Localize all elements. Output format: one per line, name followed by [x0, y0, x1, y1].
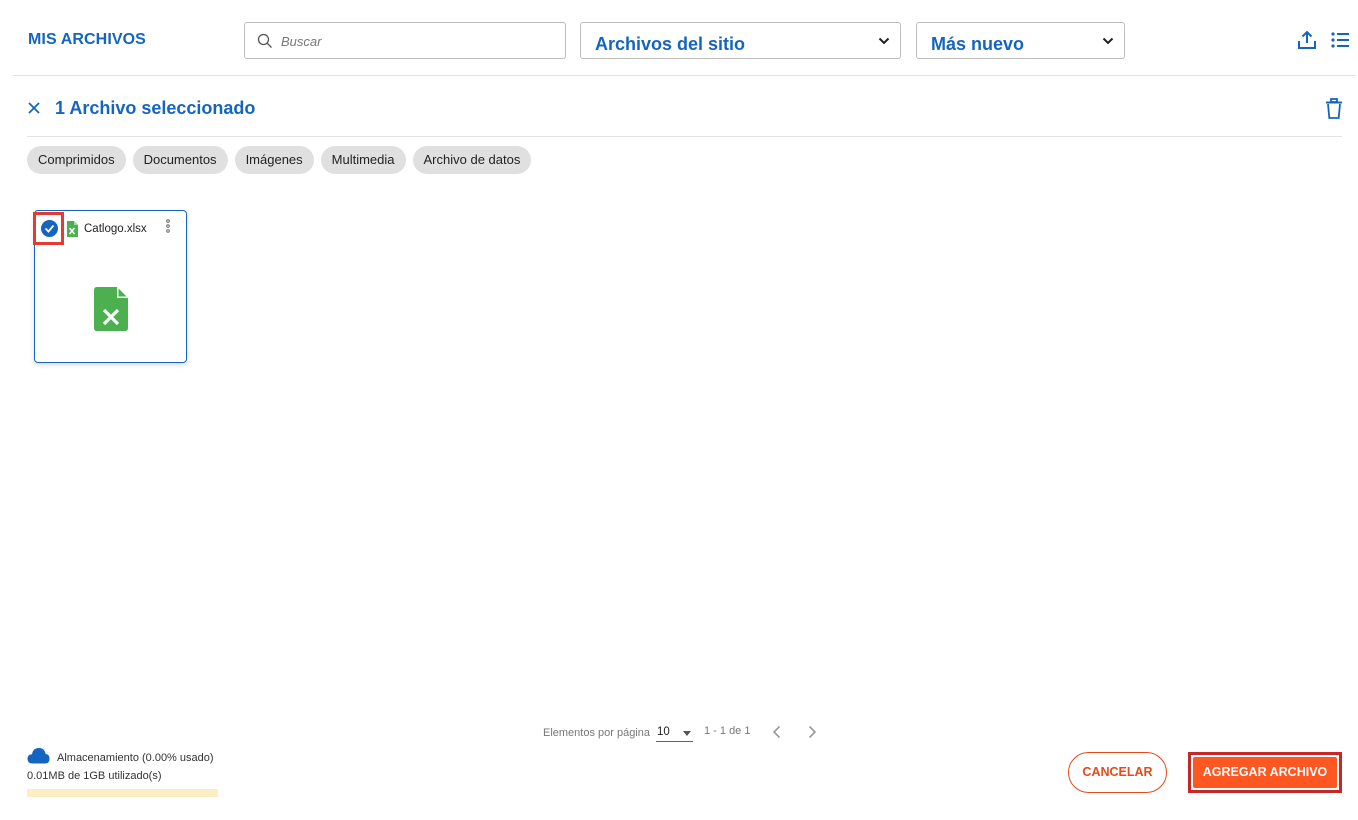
selection-count-text: 1 Archivo seleccionado	[55, 98, 256, 118]
storage-label: Almacenamiento (0.00% usado)	[57, 752, 214, 764]
list-view-icon[interactable]	[1329, 29, 1351, 51]
filter-chips: Comprimidos Documentos Imágenes Multimed…	[27, 146, 532, 174]
search-icon	[257, 33, 272, 48]
chip-multimedia[interactable]: Multimedia	[320, 146, 406, 174]
chip-imagenes[interactable]: Imágenes	[234, 146, 314, 174]
selection-highlight	[33, 212, 64, 245]
storage-progress-bar	[27, 789, 218, 797]
header-bar: MIS ARCHIVOS Archivos del sitio Más nuev…	[0, 0, 1358, 76]
check-icon	[44, 224, 55, 233]
storage-used-text: 0.01MB de 1GB utilizado(s)	[27, 770, 162, 782]
chevron-right-icon[interactable]	[805, 724, 819, 740]
chevron-down-icon	[878, 37, 890, 45]
order-select-value: Más nuevo	[931, 34, 1025, 54]
selection-bar: 1 Archivo seleccionado	[13, 86, 1343, 132]
add-button-highlight: AGREGAR ARCHIVO	[1188, 752, 1342, 793]
file-name: Catlogo.xlsx	[84, 223, 147, 235]
chevron-left-icon[interactable]	[770, 724, 784, 740]
excel-file-icon	[67, 221, 78, 237]
excel-file-icon	[94, 287, 128, 331]
selection-divider	[27, 136, 1342, 137]
caret-down-icon	[683, 731, 691, 736]
file-card[interactable]: Catlogo.xlsx	[33, 210, 187, 363]
source-select[interactable]: Archivos del sitio	[580, 22, 901, 59]
chip-comprimidos[interactable]: Comprimidos	[27, 146, 126, 174]
upload-icon[interactable]	[1296, 29, 1318, 51]
page-range: 1 - 1 de 1	[704, 725, 751, 737]
page-size-value: 10	[657, 726, 670, 738]
trash-icon[interactable]	[1324, 98, 1344, 120]
header-divider	[13, 75, 1356, 76]
cloud-icon	[27, 748, 50, 764]
chevron-down-icon	[1102, 37, 1114, 45]
cancel-button[interactable]: CANCELAR	[1068, 752, 1167, 793]
page-size-label: Elementos por página	[543, 727, 651, 739]
close-icon[interactable]	[27, 101, 41, 115]
page-size-select[interactable]: 10	[656, 725, 693, 742]
search-input[interactable]	[281, 29, 551, 53]
chip-documentos[interactable]: Documentos	[132, 146, 228, 174]
page-title: MIS ARCHIVOS	[28, 31, 146, 48]
chip-archivo-de-datos[interactable]: Archivo de datos	[412, 146, 532, 174]
add-file-button[interactable]: AGREGAR ARCHIVO	[1193, 757, 1337, 788]
more-options-icon[interactable]	[165, 219, 171, 233]
source-select-value: Archivos del sitio	[595, 34, 746, 54]
search-box[interactable]	[244, 22, 566, 59]
order-select[interactable]: Más nuevo	[916, 22, 1125, 59]
file-select-checkbox[interactable]	[41, 220, 58, 237]
